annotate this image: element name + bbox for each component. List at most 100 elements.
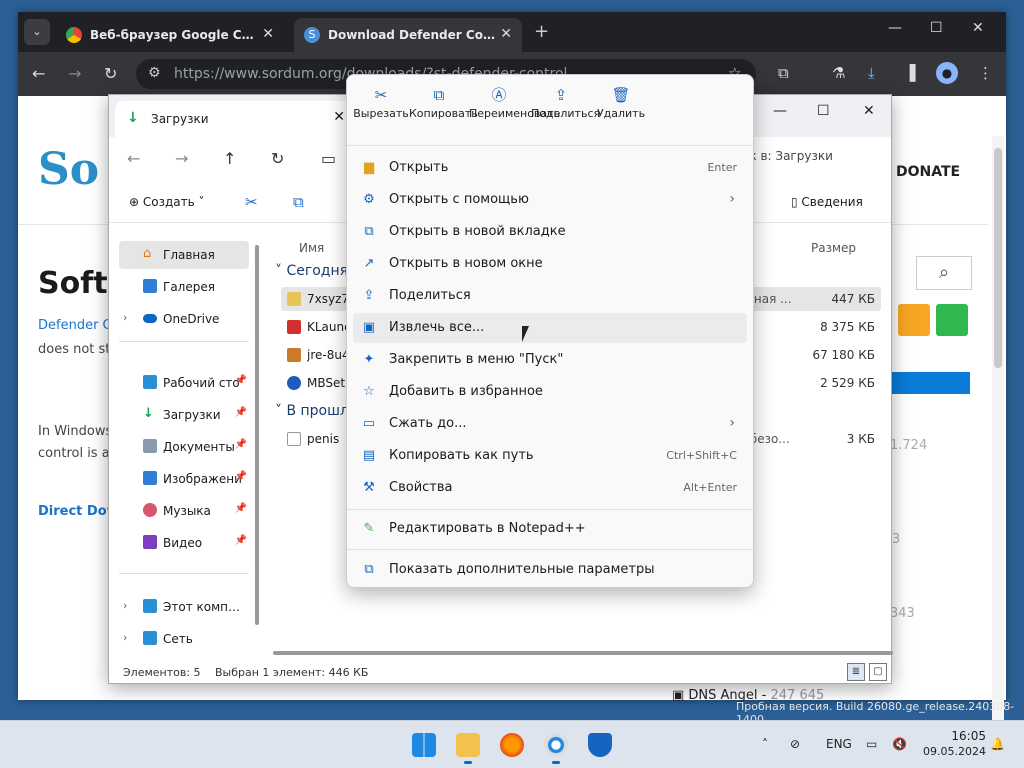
- pin-icon[interactable]: 📌: [235, 407, 247, 418]
- menu-item-more-options[interactable]: ⧉ Показать дополнительные параметры: [353, 555, 747, 585]
- chevron-right-icon[interactable]: ›: [123, 311, 127, 324]
- menu-item-compress[interactable]: ▭ Сжать до... ›: [353, 409, 747, 439]
- donate-link[interactable]: DONATE: [896, 164, 960, 180]
- details-view-icon[interactable]: ≣: [847, 663, 865, 681]
- pin-icon[interactable]: 📌: [235, 535, 247, 546]
- tab-close-button[interactable]: ✕: [500, 26, 512, 42]
- chevron-right-icon[interactable]: ›: [123, 599, 127, 612]
- menu-item-properties[interactable]: ⚒ Свойства Alt+Enter: [353, 473, 747, 503]
- sidebar-item-videos[interactable]: Видео 📌: [119, 529, 249, 557]
- display-icon[interactable]: ▭: [866, 737, 877, 751]
- navigation-scrollbar[interactable]: [255, 245, 259, 625]
- sidebar-item-desktop[interactable]: Рабочий сто 📌: [119, 369, 249, 397]
- explorer-tab-downloads[interactable]: ↓ Загрузки ✕: [115, 101, 353, 137]
- new-tab-button[interactable]: +: [534, 21, 549, 42]
- sidebar-item-this-pc[interactable]: › Этот компьюте: [119, 593, 249, 621]
- chevron-right-icon[interactable]: ›: [123, 631, 127, 644]
- rename-button[interactable]: Ⓐ Переименовать: [469, 85, 560, 120]
- menu-item-open-new-tab[interactable]: ⧉ Открыть в новой вкладке: [353, 217, 747, 247]
- sidebar-item-network[interactable]: › Сеть: [119, 625, 249, 653]
- site-search-icon[interactable]: ⌕: [916, 256, 972, 290]
- share-button[interactable]: ⇪ Поделиться: [531, 85, 600, 120]
- close-icon[interactable]: ✕: [333, 109, 345, 125]
- notifications-icon[interactable]: 🔔: [990, 737, 1005, 751]
- direct-download-link[interactable]: Direct Dow: [38, 504, 119, 519]
- sidebar-item-downloads[interactable]: ↓ Загрузки 📌: [119, 401, 249, 429]
- rss-icon[interactable]: [898, 304, 930, 336]
- cut-button[interactable]: ✂ Вырезать: [351, 85, 411, 120]
- sidebar-banner[interactable]: [880, 372, 970, 394]
- minimize-icon[interactable]: —: [773, 103, 787, 119]
- menu-item-notepadpp[interactable]: ✎ Редактировать в Notepad++: [353, 514, 747, 544]
- language-indicator[interactable]: ENG: [826, 737, 852, 751]
- menu-item-add-favorites[interactable]: ☆ Добавить в избранное: [353, 377, 747, 407]
- up-icon[interactable]: ↑: [223, 149, 236, 168]
- pin-icon[interactable]: 📌: [235, 375, 247, 386]
- menu-icon[interactable]: ⋮: [978, 64, 993, 82]
- copy-icon[interactable]: ⧉: [293, 193, 304, 211]
- menu-item-extract-all[interactable]: ▣ Извлечь все...: [353, 313, 747, 343]
- reload-icon[interactable]: ↻: [104, 64, 117, 83]
- menu-item-pin-start[interactable]: ✦ Закрепить в меню "Пуск": [353, 345, 747, 375]
- back-icon[interactable]: ←: [127, 149, 140, 168]
- page-scrollbar-thumb[interactable]: [994, 148, 1002, 368]
- tab-sordum[interactable]: S Download Defender Control v2 ✕: [294, 18, 522, 52]
- chrome-icon[interactable]: [544, 733, 568, 764]
- sidebar-item-documents[interactable]: Документы 📌: [119, 433, 249, 461]
- pin-icon[interactable]: 📌: [235, 471, 247, 482]
- clock-time[interactable]: 16:05: [950, 729, 986, 743]
- sidebar-item-gallery[interactable]: Галерея: [119, 273, 249, 301]
- tiles-view-icon[interactable]: ▢: [869, 663, 887, 681]
- sidebar-item-home[interactable]: ⌂ Главная: [119, 241, 249, 269]
- sidebar-item-music[interactable]: Музыка 📌: [119, 497, 249, 525]
- tab-search-button[interactable]: ⌄: [24, 19, 50, 45]
- windows-start-icon[interactable]: [412, 733, 436, 757]
- sidebar-item-pictures[interactable]: Изображени 📌: [119, 465, 249, 493]
- downloads-icon[interactable]: ⤓: [868, 64, 875, 82]
- file-explorer-icon[interactable]: [456, 733, 480, 764]
- pin-icon[interactable]: 📌: [235, 503, 247, 514]
- menu-item-open[interactable]: ▆ Открыть Enter: [353, 153, 747, 183]
- group-past[interactable]: ˅ В прошл: [275, 403, 349, 419]
- extensions-icon[interactable]: ⧉: [778, 64, 789, 82]
- maximize-icon[interactable]: ☐: [930, 20, 943, 36]
- minimize-icon[interactable]: —: [888, 20, 902, 36]
- copy-button[interactable]: ⧉ Копировать: [409, 85, 478, 120]
- back-icon[interactable]: ←: [32, 64, 45, 83]
- firefox-icon[interactable]: [500, 733, 524, 757]
- tab-chrome[interactable]: Веб-браузер Google Chrome ✕: [56, 18, 284, 52]
- defender-shield-icon[interactable]: [588, 733, 612, 757]
- menu-item-copy-path[interactable]: ▤ Копировать как путь Ctrl+Shift+C: [353, 441, 747, 471]
- column-header-size[interactable]: Размер: [811, 241, 856, 255]
- profile-avatar[interactable]: ●: [936, 62, 958, 84]
- menu-item-open-new-window[interactable]: ↗ Открыть в новом окне: [353, 249, 747, 279]
- create-button[interactable]: ⊕ Создать ˅: [129, 195, 205, 209]
- defender-link[interactable]: Defender C: [38, 318, 112, 333]
- network-icon[interactable]: ⊘: [790, 737, 800, 751]
- group-today[interactable]: ˅ Сегодня: [275, 263, 348, 279]
- delete-button[interactable]: 🗑 Удалить: [591, 85, 651, 120]
- side-panel-icon[interactable]: ▐: [904, 64, 916, 82]
- refresh-icon[interactable]: ↻: [271, 149, 284, 168]
- details-button[interactable]: ▯ Сведения: [791, 195, 863, 209]
- this-pc-icon[interactable]: ▭: [321, 149, 336, 168]
- maximize-icon[interactable]: ☐: [817, 103, 830, 119]
- close-icon[interactable]: ✕: [972, 20, 984, 36]
- pin-icon[interactable]: 📌: [235, 439, 247, 450]
- close-icon[interactable]: ✕: [863, 103, 875, 119]
- sidebar-item-onedrive[interactable]: › OneDrive: [119, 305, 249, 333]
- volume-icon[interactable]: 🔇: [892, 737, 907, 751]
- show-hidden-icons-icon[interactable]: ˄: [762, 737, 768, 751]
- forward-icon[interactable]: →: [175, 149, 188, 168]
- feedly-icon[interactable]: [936, 304, 968, 336]
- horizontal-scrollbar[interactable]: [273, 651, 893, 655]
- clock-date[interactable]: 09.05.2024: [920, 745, 986, 758]
- sordum-logo[interactable]: So: [38, 144, 99, 195]
- forward-icon[interactable]: →: [68, 64, 81, 83]
- menu-item-share[interactable]: ⇪ Поделиться: [353, 281, 747, 311]
- menu-item-open-with[interactable]: ⚙ Открыть с помощью ›: [353, 185, 747, 215]
- column-header-name[interactable]: Имя: [299, 241, 324, 255]
- cut-icon[interactable]: ✂: [245, 193, 258, 211]
- site-info-icon[interactable]: ⚙: [148, 65, 161, 81]
- tab-close-button[interactable]: ✕: [262, 26, 274, 42]
